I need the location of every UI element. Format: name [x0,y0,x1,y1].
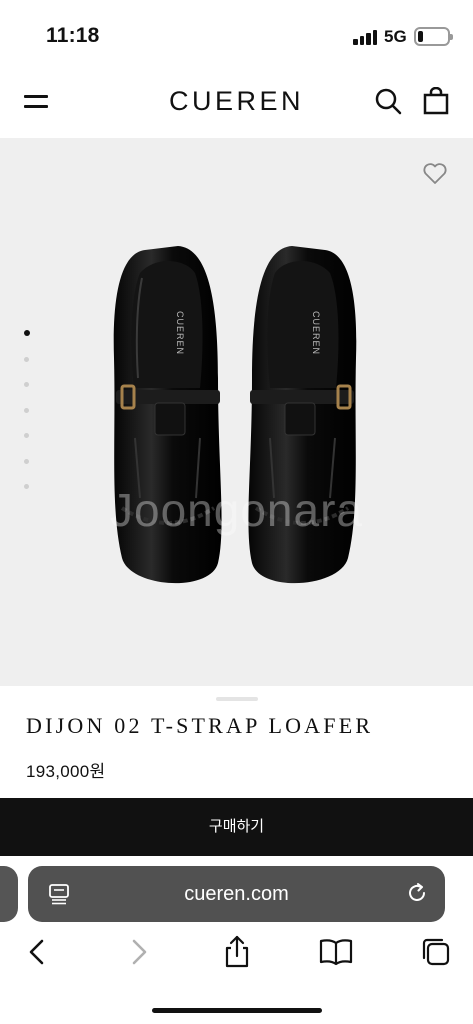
browser-toolbar [0,934,473,974]
share-icon [225,935,249,968]
slide-dot[interactable] [24,458,29,464]
previous-tab-preview[interactable] [0,866,18,922]
share-button[interactable] [219,934,255,970]
address-bar[interactable]: cueren.com [28,866,445,922]
slide-dot[interactable] [24,330,30,336]
forward-icon [132,939,147,965]
slide-dot[interactable] [24,356,29,362]
buy-button[interactable]: 구매하기 [0,798,473,856]
heart-icon [423,163,447,184]
bookmarks-icon [319,939,353,966]
status-time: 11:18 [46,24,100,47]
svg-text:CUEREN: CUEREN [175,311,185,355]
search-icon [375,88,402,115]
network-label: 5G [384,27,407,46]
back-icon [29,939,44,965]
brand-logo[interactable]: CUEREN [0,86,473,117]
status-bar: 11:18 5G [0,0,473,72]
product-gallery[interactable]: CUEREN CUEREN Joongonara [0,138,473,686]
slide-dot[interactable] [24,382,29,387]
browser-chrome: cueren.com [0,856,473,1024]
cart-button[interactable] [422,86,450,115]
slide-dot[interactable] [24,433,29,438]
product-name: DIJON 02 T-STRAP LOAFER [26,713,374,738]
home-indicator [152,1008,322,1013]
tabs-icon [422,938,450,966]
battery-icon [414,27,453,46]
product-image: CUEREN CUEREN [113,246,357,584]
tabs-button[interactable] [418,934,454,970]
search-button[interactable] [374,87,402,115]
reload-icon[interactable] [405,881,429,905]
slide-dot[interactable] [24,407,29,413]
wishlist-button[interactable] [422,162,448,186]
sheet-handle[interactable] [216,697,258,701]
watermark-text: Joongonara [110,484,363,536]
site-header: CUEREN [0,72,473,138]
forward-button[interactable] [120,934,156,970]
url-text: cueren.com [184,883,289,905]
product-price: 193,000원 [26,762,106,781]
svg-text:CUEREN: CUEREN [311,311,321,355]
back-button[interactable] [20,934,56,970]
bookmarks-button[interactable] [318,934,354,970]
signal-icon [353,29,379,45]
shopping-bag-icon [423,86,449,115]
